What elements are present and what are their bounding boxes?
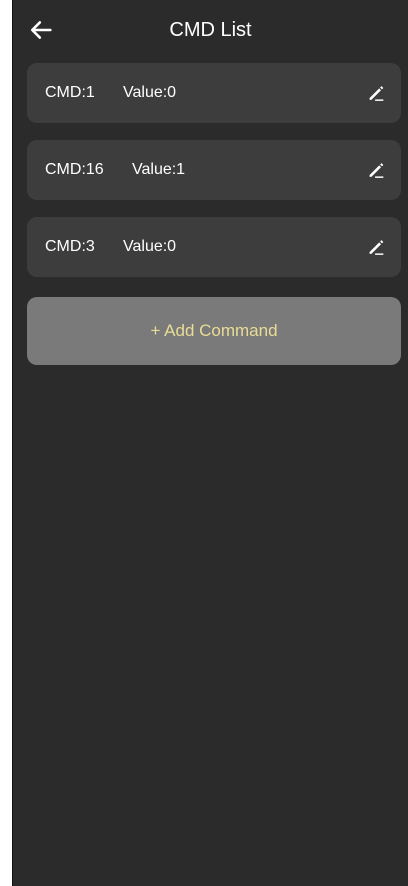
edit-button[interactable] xyxy=(365,236,387,258)
command-card[interactable]: CMD:1 Value:0 xyxy=(27,63,401,123)
pencil-icon xyxy=(369,240,384,255)
edit-button[interactable] xyxy=(365,159,387,181)
command-card[interactable]: CMD:3 Value:0 xyxy=(27,217,401,277)
pencil-icon xyxy=(369,163,384,178)
command-id-label: CMD:1 xyxy=(45,84,95,101)
command-id-label: CMD:3 xyxy=(45,238,95,255)
add-command-button[interactable]: + Add Command xyxy=(27,297,401,365)
command-value-label: Value:0 xyxy=(123,84,177,101)
app-bar: CMD List xyxy=(13,0,408,60)
command-id-label: CMD:16 xyxy=(45,161,104,178)
page-title: CMD List xyxy=(169,19,252,41)
edit-button[interactable] xyxy=(365,82,387,104)
command-value-label: Value:0 xyxy=(123,238,177,255)
command-card[interactable]: CMD:16 Value:1 xyxy=(27,140,401,200)
pencil-icon xyxy=(369,86,384,101)
app-screen: CMD List CMD:1 Value:0 CMD:16 Value:1 CM… xyxy=(12,0,408,886)
command-list: CMD:1 Value:0 CMD:16 Value:1 CMD:3 Value… xyxy=(27,63,401,294)
command-value-label: Value:1 xyxy=(132,161,186,178)
